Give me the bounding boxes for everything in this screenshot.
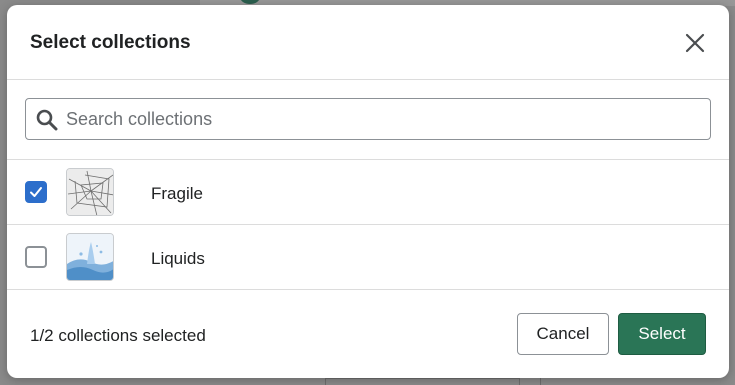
checkbox-liquids[interactable] (25, 246, 47, 268)
select-collections-modal: Select collections Search collections Fr… (7, 5, 729, 378)
collection-row-liquids[interactable]: Liquids (7, 225, 729, 290)
cracked-glass-image (67, 169, 113, 215)
modal-footer: 1/2 collections selected Cancel Select (7, 290, 729, 378)
modal-title: Select collections (30, 32, 191, 53)
modal-header: Select collections (7, 5, 729, 80)
background-panel (325, 378, 520, 385)
selection-count: 1/2 collections selected (30, 326, 206, 345)
select-button[interactable]: Select (618, 313, 706, 355)
collection-row-fragile[interactable]: Fragile (7, 160, 729, 225)
search-section (7, 80, 729, 160)
search-box[interactable] (25, 98, 711, 140)
collection-label: Liquids (151, 249, 205, 268)
search-input[interactable] (66, 104, 696, 134)
cancel-button[interactable]: Cancel (517, 313, 609, 355)
water-splash-image (67, 234, 113, 280)
checkmark-icon (30, 187, 42, 197)
search-icon (36, 109, 58, 131)
checkbox-fragile[interactable] (25, 181, 47, 203)
background-panel (540, 378, 735, 385)
collection-thumbnail-liquids (66, 233, 114, 281)
close-icon (685, 33, 705, 53)
collection-label: Fragile (151, 184, 203, 203)
close-button[interactable] (679, 27, 711, 59)
collection-list: Fragile Liquids (7, 160, 729, 290)
collection-thumbnail-fragile (66, 168, 114, 216)
